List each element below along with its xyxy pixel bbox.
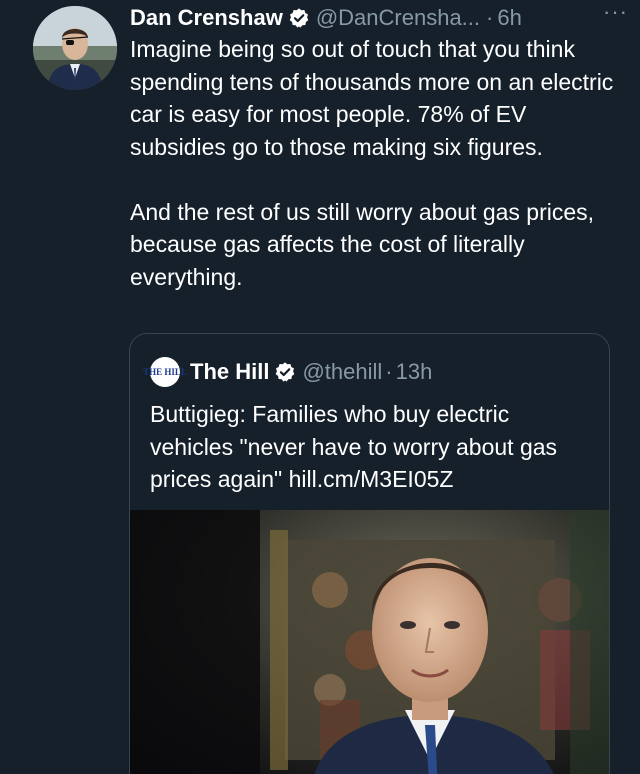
author-name[interactable]: Dan Crenshaw — [130, 5, 283, 31]
quote-tweet-card[interactable]: THE HILL The Hill @thehill · 13h Buttigi… — [129, 333, 610, 774]
avatar-photo — [33, 6, 117, 90]
verified-badge-icon — [288, 7, 310, 29]
quote-text: Buttigieg: Families who buy electric veh… — [150, 398, 590, 496]
author-handle[interactable]: @DanCrensha... — [316, 5, 480, 31]
quote-paragraph: Buttigieg: Families who buy electric veh… — [150, 401, 558, 492]
the-hill-logo[interactable]: THE HILL — [143, 357, 187, 387]
tweet-paragraph: Imagine being so out of touch that you t… — [130, 36, 614, 160]
quote-image[interactable] — [130, 510, 609, 774]
quote-timestamp[interactable]: 13h — [396, 359, 433, 385]
tweet-timestamp[interactable]: 6h — [497, 5, 521, 31]
quote-separator: · — [385, 359, 393, 384]
logo-text: THE HILL — [143, 367, 187, 377]
tweet-header: Dan Crenshaw @DanCrensha... · 6h — [130, 3, 630, 33]
tweet[interactable]: Dan Crenshaw @DanCrensha... · 6h ··· Ima… — [0, 0, 640, 774]
verified-badge-icon — [274, 361, 296, 383]
header-separator: · — [486, 5, 494, 30]
tweet-text: Imagine being so out of touch that you t… — [130, 33, 620, 293]
tweet-paragraph: And the rest of us still worry about gas… — [130, 198, 595, 290]
quote-author-handle[interactable]: @thehill — [302, 359, 382, 385]
quote-header: THE HILL The Hill @thehill · 13h — [143, 354, 433, 390]
portrait-photo — [130, 510, 609, 774]
quote-author-name[interactable]: The Hill — [190, 359, 269, 385]
author-avatar[interactable] — [33, 6, 117, 90]
more-options-icon[interactable]: ··· — [603, 0, 628, 24]
